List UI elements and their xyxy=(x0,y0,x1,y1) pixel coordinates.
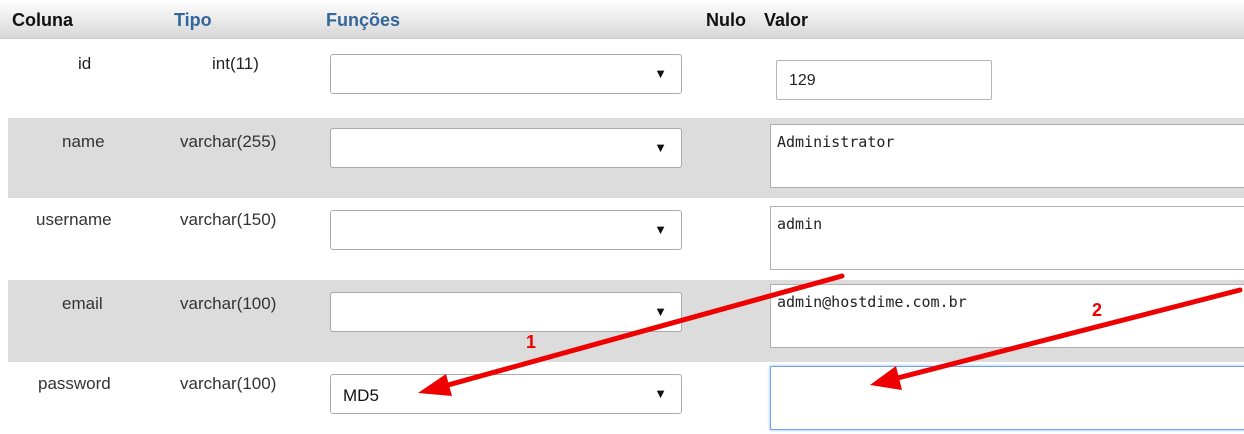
arrow-1-head xyxy=(418,374,452,396)
annotation-arrows xyxy=(418,273,1243,396)
arrow-2 xyxy=(879,287,1243,385)
arrow-2-head xyxy=(870,366,902,390)
arrow-1 xyxy=(427,273,845,393)
annotation-label-2: 2 xyxy=(1092,300,1103,320)
annotation-label-1: 1 xyxy=(526,332,537,352)
